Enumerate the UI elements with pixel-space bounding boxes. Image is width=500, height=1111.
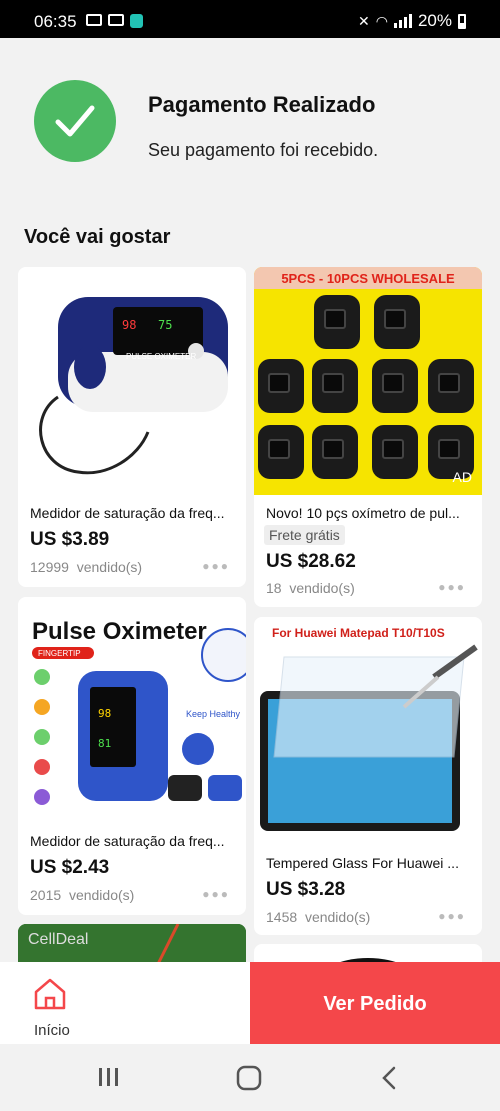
home-label: Início: [34, 1022, 70, 1039]
product-name: Tempered Glass For Huawei ...: [266, 855, 459, 871]
card-icon: [86, 14, 102, 26]
product-price: US $28.62: [266, 551, 356, 572]
product-image: 98 75 PULSE OXIMETER: [18, 267, 246, 499]
image-title: For Huawei Matepad T10/T10S: [272, 626, 445, 640]
svg-text:81: 81: [98, 737, 111, 750]
battery-text: 20%: [417, 11, 452, 30]
image-tag: FINGERTIP: [38, 649, 81, 658]
battery-icon: [458, 13, 466, 29]
product-card[interactable]: 5PCS - 10PCS WHOLESALE AD Novo! 10 pçs o…: [254, 267, 482, 607]
svg-text:75: 75: [158, 318, 172, 332]
home-button[interactable]: Início: [0, 962, 250, 1044]
product-card[interactable]: For Huawei Matepad T10/T10S Tempered Gla…: [254, 617, 482, 935]
status-bar: 06:35 ✕ ◠ 20%: [0, 0, 500, 38]
more-icon[interactable]: ●●●: [202, 887, 230, 901]
sold-count: 18: [266, 580, 282, 596]
sold-label: vendido(s): [304, 909, 371, 925]
home-icon: [34, 978, 66, 1010]
image-text: Keep Healthy: [186, 709, 241, 719]
product-price: US $3.89: [30, 529, 110, 550]
product-name: Novo! 10 pçs oxímetro de pul...: [266, 505, 460, 521]
recommendations-title: Você vai gostar: [24, 226, 171, 248]
recent-apps-icon[interactable]: [96, 1066, 122, 1088]
more-icon[interactable]: ●●●: [438, 580, 466, 594]
sold-count: 12999: [30, 559, 69, 575]
status-time: 06:35: [34, 12, 77, 31]
check-icon: [34, 80, 116, 162]
back-icon[interactable]: [378, 1065, 400, 1091]
image-text: PULSE OXIMETER: [126, 352, 196, 361]
svg-text:98: 98: [98, 707, 111, 720]
mute-icon: ✕: [358, 12, 370, 29]
app-icon: [130, 14, 143, 28]
free-shipping-badge: Frete grátis: [264, 525, 345, 545]
product-image: 5PCS - 10PCS WHOLESALE AD: [254, 267, 482, 495]
sold-label: vendido(s): [76, 559, 143, 575]
notification-icons: [86, 14, 143, 28]
wifi-icon: ◠: [375, 12, 388, 29]
svg-text:98: 98: [122, 318, 136, 332]
sold-label: vendido(s): [68, 887, 135, 903]
sold-count: 1458: [266, 909, 298, 925]
system-navigation-bar: [0, 1044, 500, 1111]
payment-subtitle: Seu pagamento foi recebido.: [148, 140, 379, 160]
image-title: CellDeal: [28, 931, 88, 948]
status-right: ✕ ◠ 20%: [358, 11, 466, 31]
more-icon[interactable]: ●●●: [202, 559, 230, 573]
signal-icon: [393, 14, 412, 28]
more-icon[interactable]: ●●●: [438, 909, 466, 923]
view-order-button[interactable]: Ver Pedido: [250, 962, 500, 1044]
product-image: Pulse Oximeter FINGERTIP 98 81 Keep Heal…: [18, 597, 246, 819]
sold-label: vendido(s): [289, 580, 355, 596]
payment-title: Pagamento Realizado: [148, 92, 376, 117]
image-banner: 5PCS - 10PCS WHOLESALE: [254, 267, 482, 289]
product-card[interactable]: 98 75 PULSE OXIMETER Medidor de saturaçã…: [18, 267, 246, 587]
image-title: Pulse Oximeter: [32, 618, 207, 645]
product-name: Medidor de saturação da freq...: [30, 505, 225, 521]
ad-label: AD: [452, 469, 472, 485]
product-name: Medidor de saturação da freq...: [30, 833, 225, 849]
product-image: For Huawei Matepad T10/T10S: [254, 617, 482, 849]
bottom-action-bar: Início Ver Pedido: [0, 962, 500, 1044]
home-nav-icon[interactable]: [236, 1065, 262, 1091]
payment-header: Pagamento Realizado Seu pagamento foi re…: [0, 38, 500, 208]
product-price: US $3.28: [266, 879, 346, 900]
product-price: US $2.43: [30, 857, 110, 878]
news-icon: [108, 14, 124, 26]
sold-count: 2015: [30, 887, 62, 903]
product-card[interactable]: Pulse Oximeter FINGERTIP 98 81 Keep Heal…: [18, 597, 246, 915]
